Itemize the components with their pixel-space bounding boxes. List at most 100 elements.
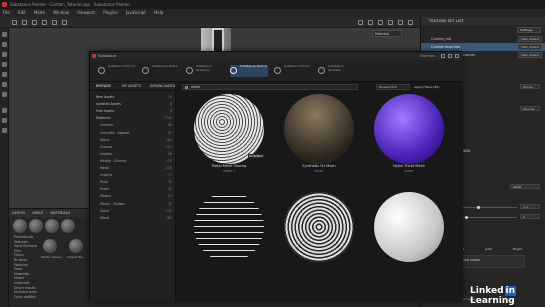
smudge-tool-icon[interactable] [2, 72, 7, 77]
tab-materials[interactable]: MATERIALS [50, 211, 70, 215]
color-picker-icon[interactable] [2, 92, 7, 97]
menu-plugins[interactable]: Plugins [103, 10, 117, 15]
format-dropdown[interactable]: sRGB [510, 184, 540, 189]
property-field[interactable]: 1.0 [520, 204, 540, 209]
tab-browse[interactable]: BROWSE [96, 82, 111, 91]
nav-substance-forum[interactable]: Substance Forum [274, 64, 312, 77]
menu-javascript[interactable]: JavaScript [126, 10, 146, 15]
texture-set-row[interactable]: Curtain machine Main shader [421, 43, 545, 51]
menu-file[interactable]: File [3, 10, 10, 15]
tab-layers[interactable]: LAYERS [12, 211, 25, 215]
category-item[interactable]: Materials 1740 [90, 115, 176, 122]
clone-icon[interactable] [52, 20, 57, 25]
material-thumbnail[interactable] [29, 219, 43, 233]
category-item[interactable]: Plaster 57 [90, 193, 176, 200]
nav-substance-updates[interactable]: Substance Updates [318, 64, 356, 77]
menu-help[interactable]: Help [154, 10, 163, 15]
list-item[interactable]: Color profiles [14, 295, 39, 300]
menu-window[interactable]: Window [53, 10, 69, 15]
asset-card[interactable] [186, 192, 272, 276]
sort-dropdown[interactable]: Newest first [376, 84, 410, 90]
shader-dropdown[interactable]: Main shader [518, 36, 542, 42]
property-field[interactable]: Sticker [520, 84, 540, 89]
menu-mode[interactable]: Mode [34, 10, 45, 15]
picker-icon[interactable] [62, 20, 67, 25]
category-item[interactable]: Concrete - Asphalt 97 [90, 130, 176, 137]
category-label: Marble - Granite [100, 158, 126, 163]
search-input[interactable]: mesh [182, 84, 358, 90]
nav-substance-source[interactable]: Substance Source [98, 64, 136, 77]
category-item[interactable]: Paper 34 [90, 186, 176, 193]
category-item[interactable]: Ceramic 66 [90, 122, 176, 129]
category-item[interactable]: Updated Assets 8 [90, 101, 176, 108]
minimize-icon[interactable] [441, 54, 445, 58]
material-thumbnail[interactable] [13, 219, 27, 233]
menu-viewport[interactable]: Viewport [77, 10, 95, 15]
user-name[interactable]: Brandon [420, 52, 435, 60]
scale-slider[interactable] [457, 216, 517, 219]
paint-brush-icon[interactable] [12, 20, 17, 25]
asset-card[interactable]: Nylon Tricot Mesh SPENT [366, 94, 452, 178]
nav-substance-share[interactable]: Substance Share [142, 64, 180, 77]
shader-dropdown[interactable]: Main shader [518, 44, 542, 50]
render-icon[interactable] [368, 20, 373, 25]
category-item[interactable]: Ground 101 [90, 144, 176, 151]
slider-handle[interactable] [465, 216, 468, 219]
viewport-mode-dropdown[interactable]: Material [372, 30, 402, 37]
category-item[interactable]: Leather 58 [90, 151, 176, 158]
projection-tool-icon[interactable] [2, 52, 7, 57]
polygon-fill-icon[interactable] [2, 62, 7, 67]
camera-icon[interactable] [358, 20, 363, 25]
erase-tool-icon[interactable] [2, 42, 7, 47]
clone-tool-icon[interactable] [2, 82, 7, 87]
asset-card[interactable] [366, 192, 452, 276]
property-field[interactable]: 0 [520, 214, 540, 219]
asset-card[interactable] [276, 192, 362, 276]
material-thumbnail[interactable] [45, 219, 59, 233]
tab-shelf[interactable]: SHELF [32, 211, 43, 215]
close-icon[interactable] [455, 54, 459, 58]
category-item[interactable]: New Assets 10 [90, 94, 176, 101]
category-item[interactable]: Metal 216 [90, 165, 176, 172]
property-field[interactable]: Opacity [520, 106, 540, 111]
shelf-icon[interactable] [2, 108, 7, 113]
texture-set-row[interactable]: Curtain_mtl Main shader [421, 35, 545, 43]
category-item[interactable]: Stone 145 [90, 208, 176, 215]
slider-handle[interactable] [477, 206, 480, 209]
eraser-icon[interactable] [22, 20, 27, 25]
grid-icon[interactable] [388, 20, 393, 25]
smudge-icon[interactable] [42, 20, 47, 25]
settings-dropdown[interactable]: Settings [517, 27, 541, 33]
asset-card[interactable]: Synthetic Fiz Mesh SPENT [276, 94, 362, 178]
tab-my-assets[interactable]: MY ASSETS [122, 82, 141, 91]
display-settings-icon[interactable] [378, 20, 383, 25]
screenshot-icon[interactable] [398, 20, 403, 25]
list-item[interactable]: Smart materials [14, 276, 39, 285]
shader-dropdown[interactable]: Main shader [518, 52, 542, 58]
category-item[interactable]: Free Assets 9 [90, 108, 176, 115]
material-thumbnail[interactable] [43, 239, 57, 253]
rotation-slider[interactable] [457, 206, 517, 209]
category-item[interactable]: Marble - Granite 130 [90, 158, 176, 165]
asset-card[interactable]: DOWNLD Metal Mesh Oblong SPENT 2 [186, 94, 272, 178]
material-thumbnail[interactable] [69, 239, 83, 253]
category-item[interactable]: Fabric 184 [90, 137, 176, 144]
material-thumbnail[interactable] [61, 219, 75, 233]
menu-edit[interactable]: Edit [18, 10, 26, 15]
category-item[interactable]: Plastic - Rubber 72 [90, 201, 176, 208]
category-item[interactable]: Paint 70 [90, 179, 176, 186]
bright-button[interactable]: Bright [513, 246, 522, 252]
log-icon[interactable] [2, 128, 7, 133]
category-item[interactable]: Organic 77 [90, 172, 176, 179]
view-toggle-icon[interactable] [408, 20, 413, 25]
projection-icon[interactable] [32, 20, 37, 25]
auto-button[interactable]: Auto [485, 246, 492, 252]
nav-substance-academy[interactable]: Substance Academy [186, 64, 224, 77]
layers-icon[interactable] [2, 118, 7, 123]
tab-downloaded[interactable]: DOWNLOADED [150, 82, 175, 91]
paint-tool-icon[interactable] [2, 32, 7, 37]
apply-filters-button[interactable]: Apply Filters (85) [414, 84, 460, 90]
maximize-icon[interactable] [448, 54, 452, 58]
category-item[interactable]: Wood 185 [90, 215, 176, 222]
nav-substance-source-active[interactable]: Substance Source [230, 64, 268, 77]
